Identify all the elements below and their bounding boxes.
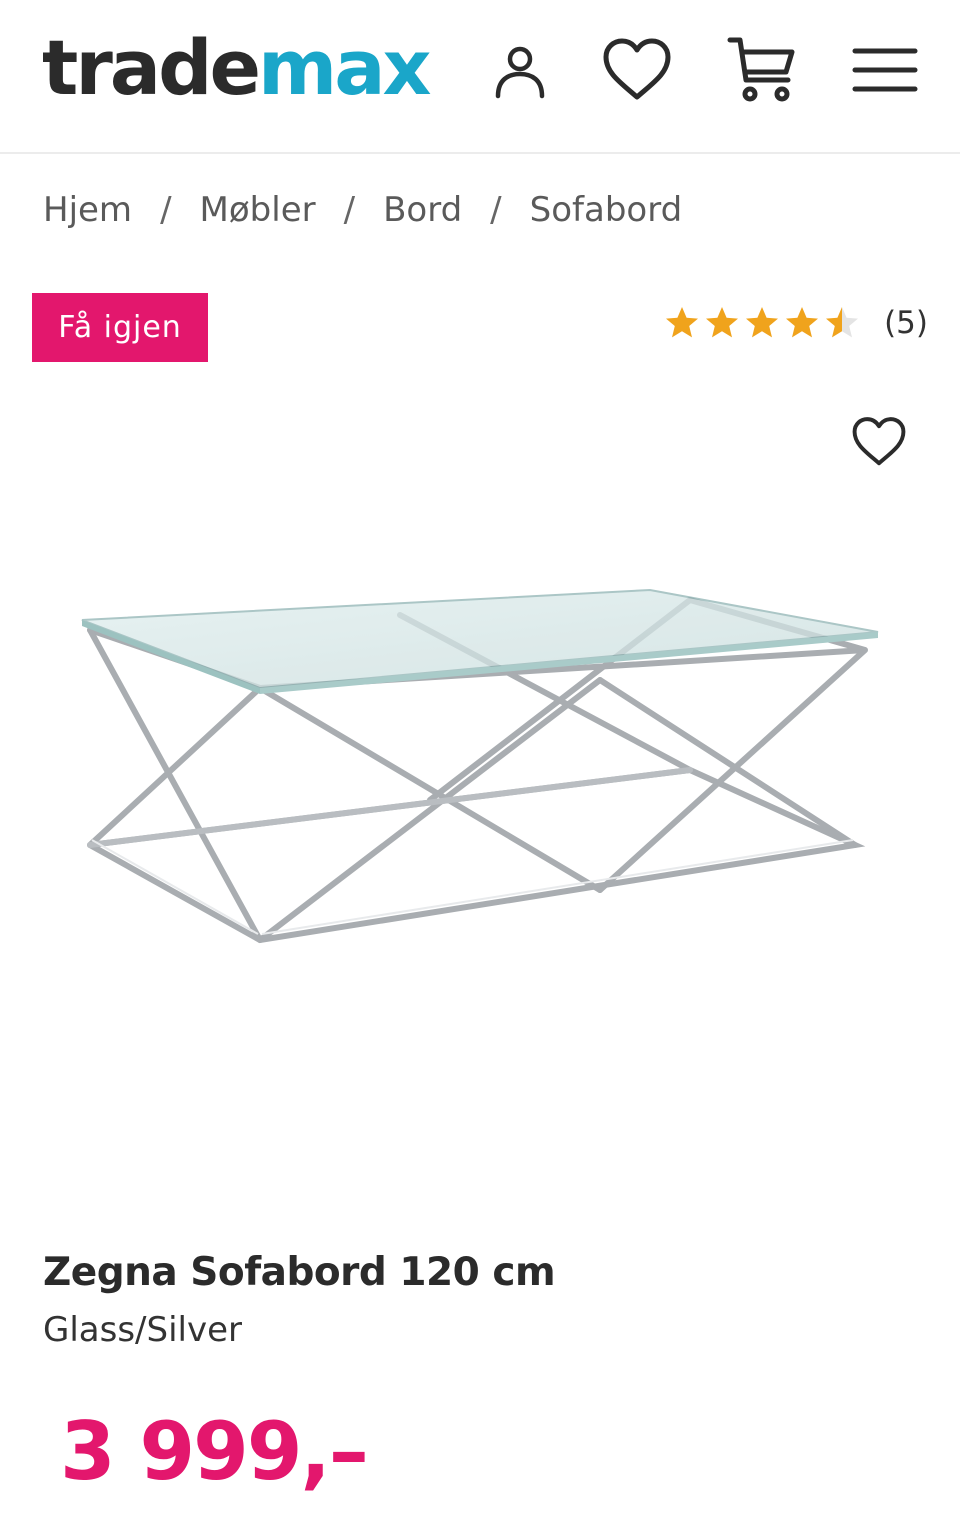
- cart-icon: [727, 37, 795, 102]
- breadcrumb-separator: /: [343, 190, 356, 230]
- review-count[interactable]: (5): [884, 305, 928, 341]
- breadcrumb-separator: /: [490, 190, 502, 230]
- product-image[interactable]: [70, 570, 890, 990]
- breadcrumb: Hjem / Møbler / Bord / Sofabord: [43, 190, 682, 230]
- add-to-favorites-button[interactable]: [846, 412, 912, 472]
- breadcrumb-home[interactable]: Hjem: [43, 190, 132, 230]
- breadcrumb-mobler[interactable]: Møbler: [200, 190, 316, 230]
- user-icon: [495, 46, 545, 99]
- breadcrumb-bord[interactable]: Bord: [383, 190, 462, 230]
- product-price: 3 999,–: [60, 1405, 369, 1498]
- cart-button[interactable]: [722, 30, 802, 110]
- heart-icon: [603, 38, 671, 100]
- breadcrumb-sofabord[interactable]: Sofabord: [530, 190, 683, 230]
- site-header: trademax: [0, 0, 960, 154]
- account-button[interactable]: [480, 30, 560, 110]
- star-icon: [706, 307, 739, 338]
- menu-icon: [852, 48, 918, 92]
- menu-button[interactable]: [845, 30, 925, 110]
- star-icon: [826, 307, 859, 338]
- product-title: Zegna Sofabord 120 cm: [43, 1250, 556, 1295]
- heart-icon: [852, 417, 906, 466]
- wishlist-button[interactable]: [597, 30, 677, 110]
- product-variant: Glass/Silver: [43, 1310, 243, 1350]
- breadcrumb-separator: /: [160, 190, 172, 230]
- star-icon: [666, 307, 699, 338]
- trademax-logo[interactable]: trademax: [42, 18, 432, 118]
- star-icon: [746, 307, 779, 338]
- rating-stars: [664, 305, 860, 341]
- star-icon: [786, 307, 819, 338]
- promo-badge: Få igjen: [32, 293, 208, 362]
- product-rating[interactable]: (5): [664, 305, 928, 341]
